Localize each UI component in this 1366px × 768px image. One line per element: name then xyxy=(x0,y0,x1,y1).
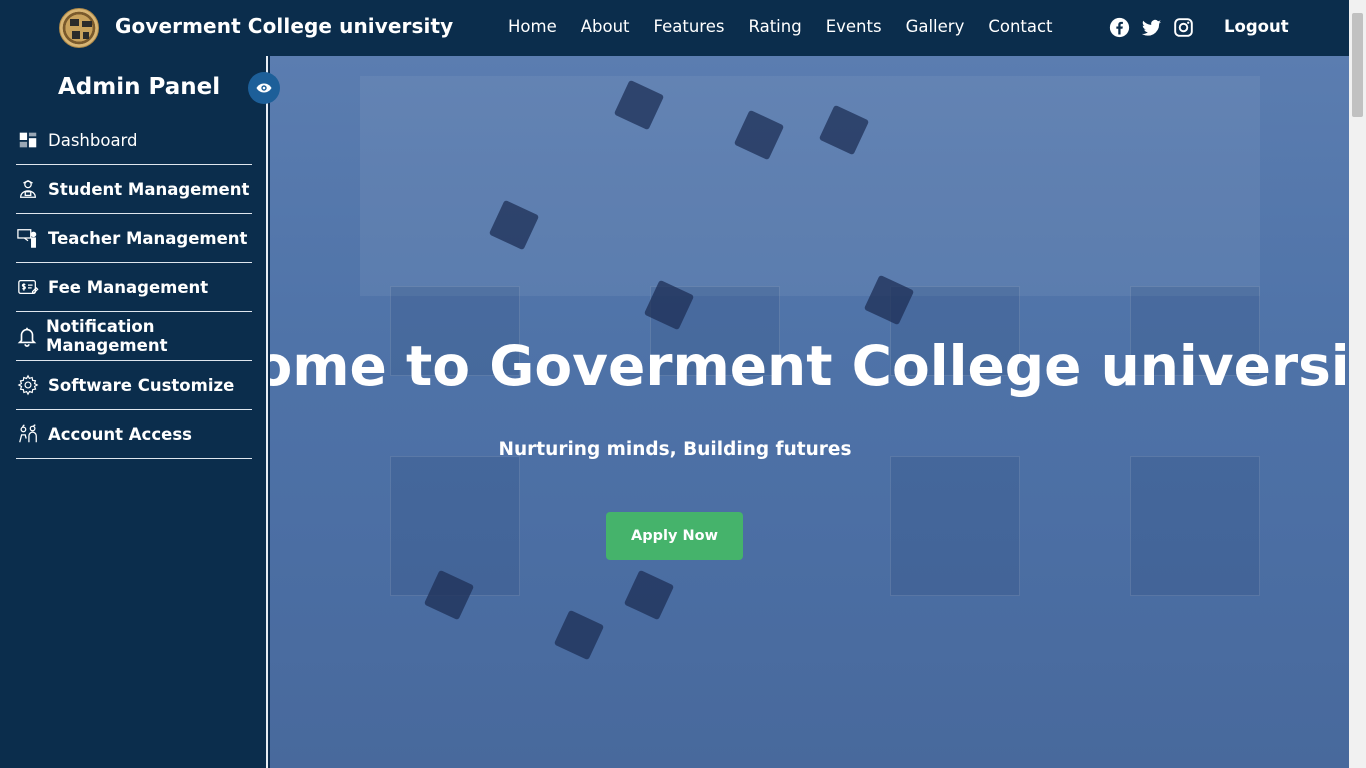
gear-icon xyxy=(16,373,40,397)
hero-title-text: Welcome to Goverment College university xyxy=(270,334,1349,398)
sidebar-menu: Dashboard Student Management Teacher Man… xyxy=(16,116,252,459)
student-icon xyxy=(16,177,40,201)
logout-button[interactable]: Logout xyxy=(1224,17,1289,36)
admin-panel-title: Admin Panel xyxy=(58,74,221,100)
twitter-icon[interactable] xyxy=(1141,17,1162,38)
sidebar-item-software-customize[interactable]: Software Customize xyxy=(16,361,252,410)
hero-subtitle: Nurturing minds, Building futures xyxy=(498,439,852,460)
page-scrollbar[interactable] xyxy=(1349,0,1366,768)
nav-rating[interactable]: Rating xyxy=(748,17,801,36)
dashboard-icon xyxy=(16,128,40,152)
sidebar-item-label: Software Customize xyxy=(48,375,235,395)
brand-name[interactable]: Goverment College university xyxy=(115,14,453,38)
facebook-icon[interactable] xyxy=(1109,17,1130,38)
teacher-icon xyxy=(16,226,40,250)
main-nav: Home About Features Rating Events Galler… xyxy=(508,17,1077,36)
sidebar-item-teacher-management[interactable]: Teacher Management xyxy=(16,214,252,263)
fee-icon xyxy=(16,275,40,299)
sidebar-item-label: Account Access xyxy=(48,424,192,444)
hero-section: Welcome to Goverment College university … xyxy=(270,56,1349,768)
nav-features[interactable]: Features xyxy=(654,17,725,36)
apply-now-button[interactable]: Apply Now xyxy=(606,512,743,560)
hero-background-window xyxy=(1130,456,1260,596)
graduation-cap xyxy=(553,609,605,661)
sidebar-item-label: Notification Management xyxy=(46,317,168,355)
sidebar-item-account-access[interactable]: Account Access xyxy=(16,410,252,459)
instagram-icon[interactable] xyxy=(1173,17,1194,38)
toggle-sidebar-button[interactable] xyxy=(248,72,280,104)
nav-about[interactable]: About xyxy=(581,17,630,36)
graduation-cap xyxy=(623,569,675,621)
nav-gallery[interactable]: Gallery xyxy=(906,17,965,36)
sidebar-item-label: Teacher Management xyxy=(48,228,248,248)
scrollbar-thumb[interactable] xyxy=(1352,13,1363,117)
sidebar-item-label: Student Management xyxy=(48,179,250,199)
account-access-icon xyxy=(16,422,40,446)
hero-background-window xyxy=(890,456,1020,596)
social-links xyxy=(1109,17,1194,38)
sidebar-item-label: Fee Management xyxy=(48,277,209,297)
sidebar-item-notification-management[interactable]: Notification Management xyxy=(16,312,252,361)
admin-sidebar: Admin Panel Dashboard Student Management… xyxy=(0,56,280,768)
bell-icon xyxy=(16,324,38,348)
eye-icon xyxy=(256,83,272,93)
nav-contact[interactable]: Contact xyxy=(988,17,1052,36)
nav-home[interactable]: Home xyxy=(508,17,557,36)
college-logo[interactable] xyxy=(59,8,99,48)
hero-background-building xyxy=(360,76,1260,296)
sidebar-item-student-management[interactable]: Student Management xyxy=(16,165,252,214)
sidebar-item-dashboard[interactable]: Dashboard xyxy=(16,116,252,165)
nav-events[interactable]: Events xyxy=(826,17,882,36)
sidebar-item-label: Dashboard xyxy=(48,130,138,150)
top-navbar: Goverment College university Home About … xyxy=(0,0,1349,56)
hero-background-window xyxy=(390,456,520,596)
sidebar-item-fee-management[interactable]: Fee Management xyxy=(16,263,252,312)
